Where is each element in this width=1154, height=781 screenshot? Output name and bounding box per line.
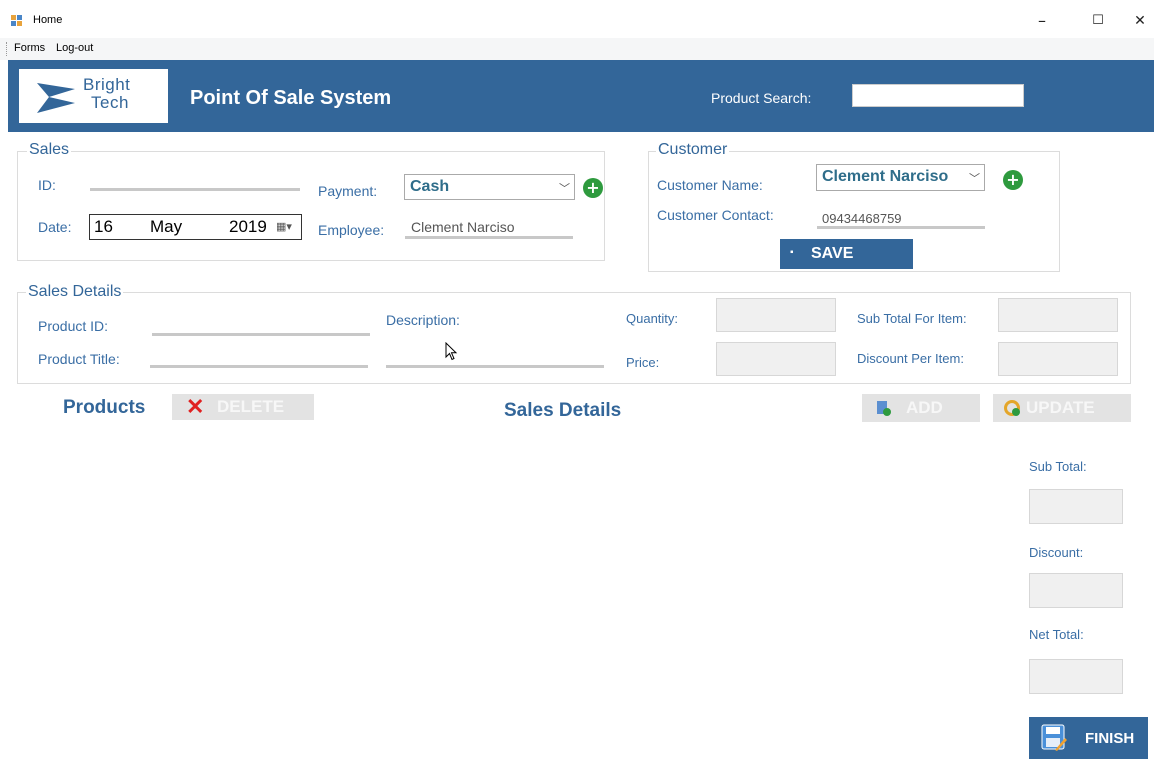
sales-details-title: Sales Details: [504, 400, 622, 421]
net-total-label: Net Total:: [1029, 627, 1084, 642]
logo-text-line2: Tech: [91, 93, 129, 112]
sales-group-title: Sales: [27, 141, 72, 159]
subtotal-item-input[interactable]: [998, 298, 1118, 332]
sales-id-field[interactable]: [90, 188, 300, 191]
chevron-down-icon: ﹀: [969, 172, 980, 185]
delete-button-label: DELETE: [217, 397, 285, 416]
finish-button-label: FINISH: [1085, 730, 1135, 747]
menu-item-logout[interactable]: Log-out: [56, 42, 93, 54]
product-title-label: Product Title:: [38, 351, 120, 367]
employee-value: Clement Narciso: [411, 219, 515, 235]
quantity-label: Quantity:: [626, 311, 679, 326]
subtotal-label: Sub Total:: [1029, 459, 1087, 474]
mouse-cursor-icon: [445, 342, 458, 361]
delete-button[interactable]: ✕ DELETE: [172, 394, 314, 420]
maximize-button[interactable]: ☐: [1078, 8, 1118, 34]
price-input[interactable]: [716, 342, 836, 376]
add-document-icon: [877, 401, 891, 416]
logo-mark-icon: [37, 83, 75, 113]
customer-group-title: Customer: [656, 141, 730, 159]
add-button-label: ADD: [906, 398, 943, 417]
menu-grip: [6, 42, 8, 56]
discount-input[interactable]: [1029, 573, 1123, 608]
employee-underline: [405, 236, 573, 239]
discount-item-input[interactable]: [998, 342, 1118, 376]
update-button[interactable]: UPDATE: [993, 394, 1131, 422]
save-icon: ▪: [790, 247, 794, 258]
chevron-down-icon: ﹀: [559, 182, 570, 195]
product-search-input[interactable]: [852, 84, 1024, 107]
product-id-field[interactable]: [152, 333, 370, 336]
customer-contact-value: 09434468759: [822, 211, 902, 226]
description-field[interactable]: [386, 365, 604, 368]
product-id-label: Product ID:: [38, 318, 109, 334]
sales-date-picker[interactable]: 16 May 2019 ▦▾: [89, 214, 302, 240]
products-title: Products: [63, 397, 146, 418]
sales-group: [17, 151, 605, 261]
customer-contact-label: Customer Contact:: [657, 207, 774, 223]
product-search-label: Product Search:: [711, 90, 812, 106]
customer-name-select[interactable]: Clement Narciso ﹀: [816, 164, 985, 191]
save-button-label: SAVE: [811, 245, 854, 262]
net-total-input[interactable]: [1029, 659, 1123, 694]
app-title: Point Of Sale System: [190, 87, 392, 109]
payment-select[interactable]: Cash ﹀: [404, 174, 575, 200]
customer-name-select-value: Clement Narciso: [822, 168, 949, 185]
sales-details-group: [17, 292, 1131, 384]
product-title-field[interactable]: [150, 365, 368, 368]
customer-contact-underline: [817, 226, 985, 229]
delete-x-icon: ✕: [186, 394, 205, 419]
update-button-label: UPDATE: [1026, 398, 1095, 417]
logo-text-line1: Bright: [83, 75, 131, 94]
price-label: Price:: [626, 355, 660, 370]
calendar-icon[interactable]: ▦▾: [276, 220, 292, 233]
menu-item-forms[interactable]: Forms: [14, 42, 45, 54]
description-label: Description:: [386, 312, 460, 328]
customer-name-label: Customer Name:: [657, 177, 763, 193]
sales-date-label: Date:: [38, 219, 72, 235]
sales-id-label: ID:: [38, 177, 56, 193]
finish-save-icon: [1041, 724, 1067, 751]
add-customer-icon[interactable]: +: [1003, 170, 1023, 190]
subtotal-input[interactable]: [1029, 489, 1123, 524]
app-icon: [11, 15, 22, 26]
logo: Bright Tech: [19, 69, 168, 123]
date-month: May: [150, 217, 183, 236]
menu-bar: Forms Log-out: [0, 38, 1154, 60]
discount-item-label: Discount Per Item:: [857, 351, 964, 366]
finish-button[interactable]: FINISH: [1029, 717, 1148, 759]
minimize-button[interactable]: –: [1022, 8, 1062, 34]
update-refresh-icon: [1004, 400, 1020, 416]
close-button[interactable]: ✕: [1120, 8, 1154, 34]
save-button[interactable]: ▪ SAVE: [780, 239, 913, 269]
payment-label: Payment:: [318, 183, 378, 199]
discount-label: Discount:: [1029, 545, 1084, 560]
add-button[interactable]: ADD: [862, 394, 980, 422]
date-day: 16: [94, 217, 113, 236]
quantity-input[interactable]: [716, 298, 836, 332]
payment-select-value: Cash: [410, 178, 450, 195]
employee-label: Employee:: [318, 222, 385, 238]
window-title: Home: [33, 14, 63, 26]
date-year: 2019: [229, 217, 267, 236]
subtotal-item-label: Sub Total For Item:: [857, 311, 967, 326]
add-payment-icon[interactable]: +: [583, 178, 603, 198]
title-bar: Home – ☐ ✕: [0, 0, 1154, 38]
sales-details-group-title: Sales Details: [26, 283, 124, 301]
